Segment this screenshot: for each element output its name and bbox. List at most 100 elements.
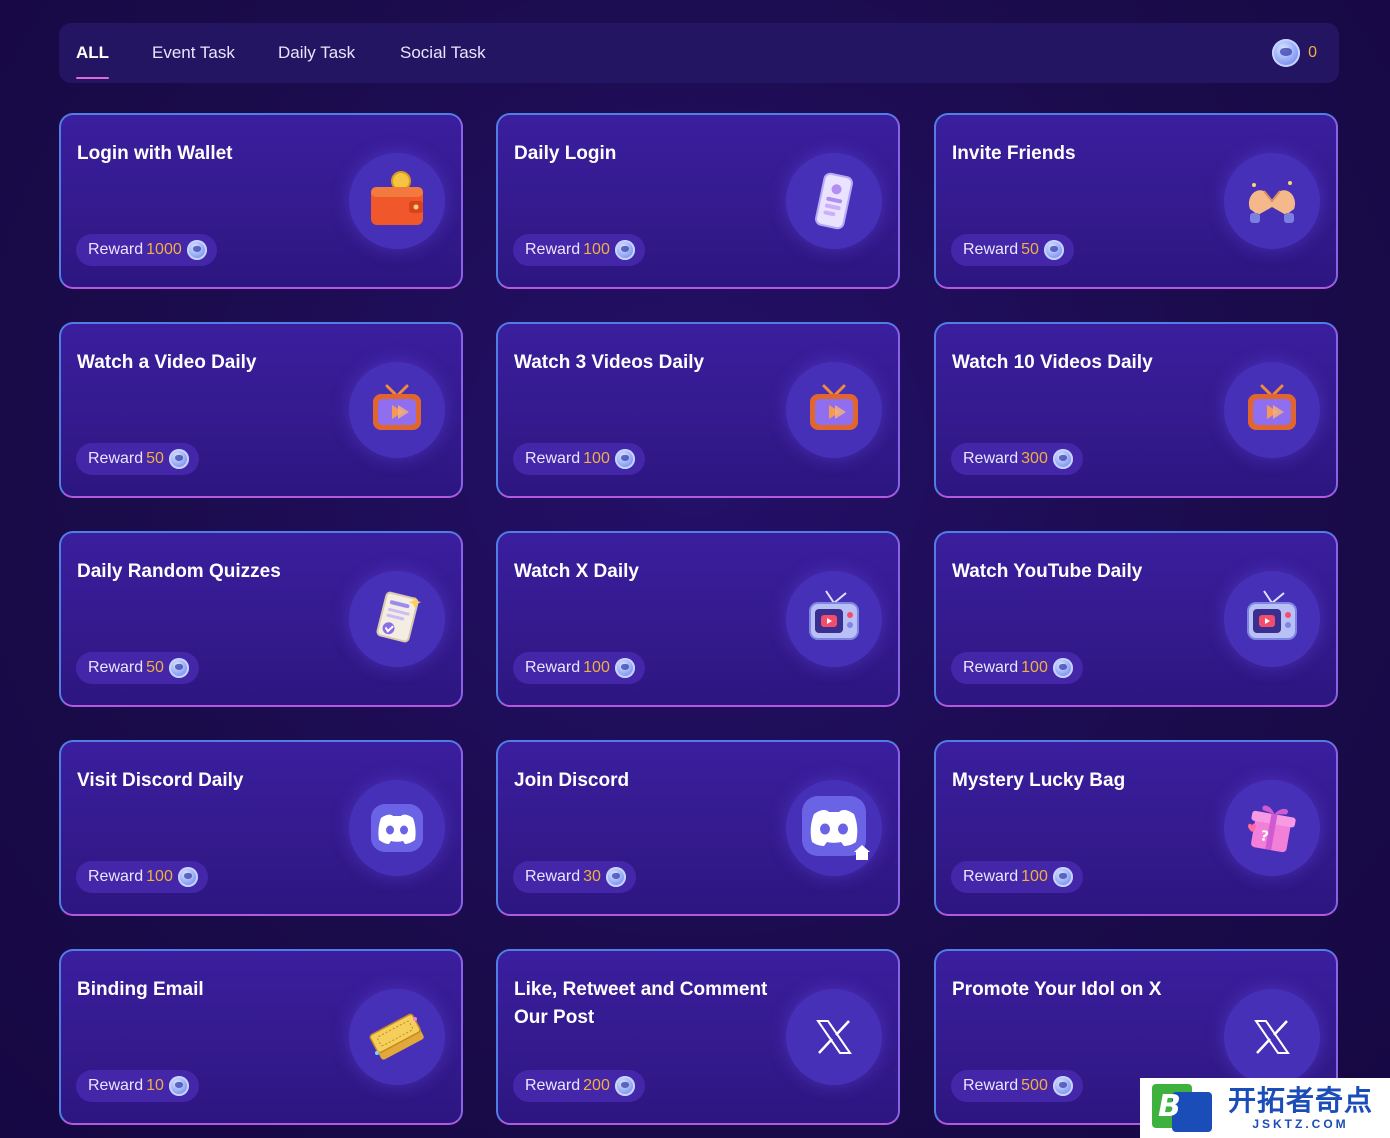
coin-icon [1043, 240, 1064, 260]
phone-icon [815, 172, 853, 230]
task-card-binding-email[interactable]: Binding Email Reward 10 [59, 949, 463, 1125]
tab-all[interactable]: ALL [76, 23, 110, 83]
reward-amount: 100 [146, 868, 173, 885]
tab-event-task[interactable]: Event Task [152, 23, 235, 83]
coin-icon [168, 658, 189, 678]
reward-amount: 100 [1021, 659, 1048, 676]
coin-icon [168, 1076, 189, 1096]
reward-label: Reward [963, 241, 1019, 258]
wallet-icon [371, 171, 423, 225]
reward-label: Reward [525, 241, 581, 258]
task-icon-badge [349, 780, 445, 876]
task-title: Login with Wallet [77, 143, 233, 164]
task-title: Promote Your Idol on X [952, 979, 1162, 1000]
watermark-logo-letter: B [1158, 1089, 1181, 1124]
task-card-daily-login[interactable]: Daily Login Reward 100 [496, 113, 900, 289]
task-card-watch-x[interactable]: Watch X Daily Reward 100 [496, 531, 900, 707]
quiz-paper-icon [376, 591, 421, 643]
reward-pill: Reward 100 [513, 652, 645, 684]
task-card-watch-video[interactable]: Watch a Video Daily Reward 50 [59, 322, 463, 498]
balance-value: 0 [1308, 44, 1317, 61]
task-icon-badge [786, 362, 882, 458]
task-icon-badge [786, 780, 882, 876]
task-card-join-discord[interactable]: Join Discord Reward 30 [496, 740, 900, 916]
task-icon-badge [349, 362, 445, 458]
reward-amount: 30 [583, 868, 601, 885]
reward-amount: 100 [1021, 868, 1048, 885]
task-title: Watch 10 Videos Daily [952, 352, 1153, 373]
task-card-mystery-bag[interactable]: Mystery Lucky Bag ? Reward 100 [934, 740, 1338, 916]
task-card-watch-10-videos[interactable]: Watch 10 Videos Daily Reward 300 [934, 322, 1338, 498]
task-card-like-retweet[interactable]: Like, Retweet and Comment Our Post Rewar… [496, 949, 900, 1125]
coin-icon [614, 449, 635, 469]
tv-play-icon [1248, 384, 1296, 430]
reward-pill: Reward 100 [513, 443, 645, 475]
coin-icon [605, 867, 626, 887]
task-icon-badge [786, 989, 882, 1085]
reward-pill: Reward 200 [513, 1070, 645, 1102]
retro-tv-icon [1247, 590, 1297, 640]
reward-pill: Reward 100 [513, 234, 645, 266]
task-title: Invite Friends [952, 143, 1076, 164]
task-icon-badge [349, 153, 445, 249]
task-title: Watch X Daily [514, 561, 639, 582]
reward-label: Reward [88, 868, 144, 885]
task-icon-badge [349, 571, 445, 667]
reward-pill: Reward 500 [951, 1070, 1083, 1102]
discord-icon [371, 804, 423, 852]
watermark-text: 开拓者奇点 JSKTZ.COM [1228, 1085, 1373, 1131]
task-card-invite-friends[interactable]: Invite Friends Reward 50 [934, 113, 1338, 289]
reward-amount: 1000 [146, 241, 182, 258]
coin-icon [168, 449, 189, 469]
tv-play-icon [373, 384, 421, 430]
reward-pill: Reward 10 [76, 1070, 199, 1102]
task-title: Daily Login [514, 143, 617, 164]
coin-icon [614, 1076, 635, 1096]
reward-label: Reward [88, 241, 144, 258]
retro-tv-icon [809, 590, 859, 640]
coin-icon [614, 240, 635, 260]
task-card-visit-discord[interactable]: Visit Discord Daily Reward 100 [59, 740, 463, 916]
reward-pill: Reward 50 [76, 443, 199, 475]
reward-pill: Reward 100 [76, 861, 208, 893]
reward-pill: Reward 50 [76, 652, 199, 684]
task-title: Watch YouTube Daily [952, 561, 1143, 582]
task-tab-bar: ALL Event Task Daily Task Social Task 0 [59, 23, 1339, 83]
task-card-watch-3-videos[interactable]: Watch 3 Videos Daily Reward 100 [496, 322, 900, 498]
discord-home-icon [802, 796, 870, 860]
task-card-watch-youtube[interactable]: Watch YouTube Daily Reward 100 [934, 531, 1338, 707]
ticket-icon [369, 1013, 424, 1060]
task-title: Visit Discord Daily [77, 770, 244, 791]
task-icon-badge [1224, 153, 1320, 249]
task-icon-badge [1224, 362, 1320, 458]
reward-label: Reward [525, 868, 581, 885]
task-icon-badge [349, 989, 445, 1085]
reward-amount: 10 [146, 1077, 164, 1094]
tab-social-task[interactable]: Social Task [400, 23, 486, 83]
gift-box-icon: ? [1248, 805, 1296, 853]
reward-label: Reward [88, 659, 144, 676]
reward-amount: 50 [1021, 241, 1039, 258]
tab-daily-task[interactable]: Daily Task [278, 23, 355, 83]
task-title: Daily Random Quizzes [77, 561, 281, 582]
task-title: Join Discord [514, 770, 630, 791]
reward-label: Reward [88, 450, 144, 467]
reward-pill: Reward 100 [951, 652, 1083, 684]
reward-label: Reward [525, 659, 581, 676]
reward-amount: 50 [146, 659, 164, 676]
task-card-random-quizzes[interactable]: Daily Random Quizzes Reward 50 [59, 531, 463, 707]
reward-amount: 300 [1021, 450, 1048, 467]
task-title: Mystery Lucky Bag [952, 770, 1126, 791]
task-title: Binding Email [77, 979, 204, 1000]
reward-amount: 500 [1021, 1077, 1048, 1094]
coin-icon [177, 867, 198, 887]
coin-icon [1052, 867, 1073, 887]
reward-label: Reward [963, 450, 1019, 467]
reward-amount: 200 [583, 1077, 610, 1094]
coin-icon [1052, 1076, 1073, 1096]
watermark-sub: JSKTZ.COM [1252, 1117, 1349, 1131]
task-card-login-wallet[interactable]: Login with Wallet Reward 1000 [59, 113, 463, 289]
task-title: Watch 3 Videos Daily [514, 352, 705, 373]
task-icon-badge [1224, 989, 1320, 1085]
watermark-main: 开拓者奇点 [1228, 1085, 1374, 1116]
